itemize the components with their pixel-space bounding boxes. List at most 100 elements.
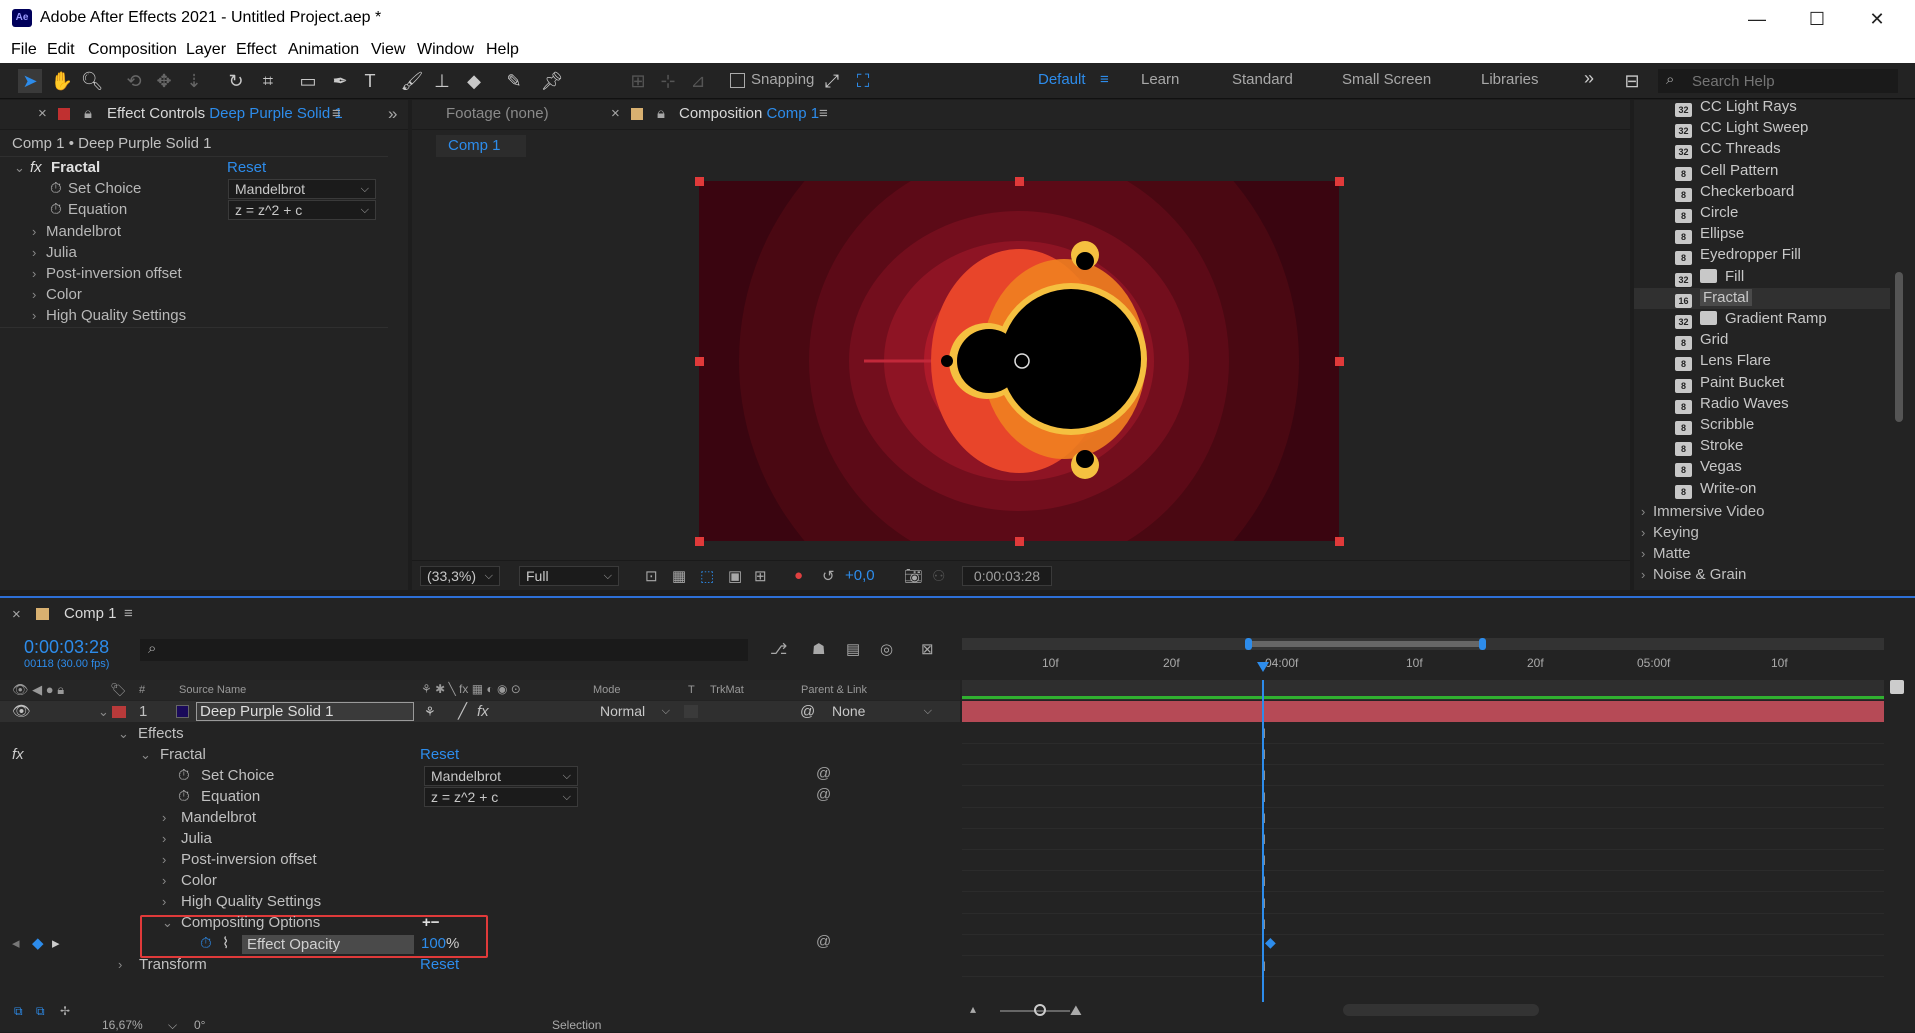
layer-handle[interactable] xyxy=(1015,177,1024,186)
timeline-horizontal-scrollbar[interactable] xyxy=(1343,1004,1539,1016)
layer-row[interactable]: 👁︎ ⌄ 1 Deep Purple Solid 1 ⚘ ╱ fx Normal… xyxy=(0,701,960,722)
compositing-options-group[interactable]: Compositing Options xyxy=(181,912,320,933)
expand-chevron-icon[interactable]: › xyxy=(162,849,166,870)
tl-group-julia[interactable]: Julia xyxy=(181,828,212,849)
rectangle-tool-icon[interactable]: ▭ xyxy=(296,69,320,93)
reset-exposure-icon[interactable]: ↺ xyxy=(822,567,835,585)
effect-item-radio-waves[interactable]: 8 Radio Waves xyxy=(1675,394,1789,414)
work-area-start-handle[interactable] xyxy=(1245,638,1252,650)
effect-item-scribble[interactable]: 8 Scribble xyxy=(1675,415,1754,435)
minimize-button[interactable]: — xyxy=(1737,6,1777,32)
motion-blur-icon[interactable]: ◎ xyxy=(880,640,893,658)
effect-item-eyedropper-fill[interactable]: 8 Eyedropper Fill xyxy=(1675,245,1801,266)
effect-item-cc-light-sweep[interactable]: 32 CC Light Sweep xyxy=(1675,118,1808,139)
fractal-effect[interactable]: Fractal xyxy=(160,744,206,765)
effect-opacity-number[interactable]: 100 xyxy=(421,935,446,952)
layer-duration-bar[interactable] xyxy=(962,701,1884,722)
menu-composition[interactable]: Composition xyxy=(88,41,177,59)
tl-group-high-quality-settings[interactable]: High Quality Settings xyxy=(181,891,321,912)
track-row[interactable] xyxy=(962,913,1884,935)
track-row[interactable] xyxy=(962,829,1884,850)
expand-chevron-icon[interactable]: › xyxy=(32,263,36,284)
add-keyframe-icon[interactable]: ◆ xyxy=(32,933,44,954)
prev-keyframe-icon[interactable]: ◂ xyxy=(12,933,20,954)
collapse-chevron-icon[interactable]: ⌄ xyxy=(162,912,173,933)
add-remove-mask-buttons[interactable]: +− xyxy=(422,912,440,933)
track-row[interactable] xyxy=(962,871,1884,893)
local-axis-icon[interactable]: ⊞ xyxy=(626,69,650,93)
expand-chevron-icon[interactable]: › xyxy=(1641,501,1645,522)
preserve-transparency-toggle[interactable] xyxy=(684,705,698,718)
parent-pickwhip-icon[interactable]: @ xyxy=(800,701,815,722)
close-button[interactable]: ✕ xyxy=(1857,6,1897,32)
panel-toggle-icon[interactable]: ⊟ xyxy=(1620,69,1644,93)
playhead-line[interactable] xyxy=(1262,680,1264,1008)
menu-animation[interactable]: Animation xyxy=(288,41,359,59)
layer-handle[interactable] xyxy=(1335,177,1344,186)
expression-pickwhip-icon[interactable]: @ xyxy=(816,765,831,782)
effect-item-vegas[interactable]: 8 Vegas xyxy=(1675,457,1742,478)
expand-chevron-icon[interactable]: › xyxy=(162,870,166,891)
expand-chevron-icon[interactable]: › xyxy=(118,954,122,975)
pan-behind-tool-icon[interactable]: ⌗ xyxy=(256,69,280,93)
shy-layers-icon[interactable]: ☗ xyxy=(812,640,825,658)
group-color[interactable]: Color xyxy=(46,284,82,305)
expand-chevron-icon[interactable]: › xyxy=(1641,564,1645,585)
effect-item-fill[interactable]: 32 Fill xyxy=(1675,267,1744,287)
effect-item-circle[interactable]: 8 Circle xyxy=(1675,203,1738,223)
effect-item-lens-flare[interactable]: 8 Lens Flare xyxy=(1675,351,1771,372)
fx-icon[interactable]: fx xyxy=(12,744,24,765)
type-tool-icon[interactable]: T xyxy=(358,69,382,93)
track-row[interactable] xyxy=(962,744,1884,766)
timeline-search-input[interactable] xyxy=(168,640,738,660)
timeline-search-box[interactable]: ⌕ xyxy=(140,639,748,661)
stopwatch-icon[interactable]: ⏱︎ xyxy=(178,765,190,786)
transparency-grid-icon[interactable]: ▦ xyxy=(672,567,686,585)
work-area-bar[interactable] xyxy=(962,638,1884,650)
layer-handle[interactable] xyxy=(1335,537,1344,546)
parent-dropdown[interactable]: None ⌵ xyxy=(826,702,938,722)
category-immersive-video[interactable]: Immersive Video xyxy=(1653,501,1764,522)
resolution-dropdown[interactable]: Full ⌵ xyxy=(519,566,619,586)
group-high-quality-settings[interactable]: High Quality Settings xyxy=(46,305,186,326)
exposure-value[interactable]: +0,0 xyxy=(845,567,875,584)
panel-menu-icon[interactable]: ≡ xyxy=(332,105,341,122)
dolly-tool-icon[interactable]: ⇣ xyxy=(182,69,206,93)
layer-handle[interactable] xyxy=(1015,537,1024,546)
collapse-chevron-icon[interactable]: ⌄ xyxy=(140,744,151,765)
tl-group-mandelbrot[interactable]: Mandelbrot xyxy=(181,807,256,828)
panel-menu-icon[interactable]: ≡ xyxy=(819,105,828,122)
track-row[interactable] xyxy=(962,892,1884,914)
next-keyframe-icon[interactable]: ▸ xyxy=(52,933,60,954)
layer-switches-toggle-icon[interactable]: ⧉ xyxy=(14,1004,23,1019)
panel-menu-icon[interactable]: ≡ xyxy=(124,605,133,622)
menu-layer[interactable]: Layer xyxy=(186,41,226,59)
collapse-chevron-icon[interactable]: ⌄ xyxy=(118,723,129,744)
search-help-box[interactable]: ⌕ xyxy=(1658,69,1898,93)
timeline-scrollbar-top[interactable] xyxy=(1890,680,1904,694)
composition-canvas[interactable] xyxy=(699,181,1339,541)
expand-chevron-icon[interactable]: › xyxy=(162,807,166,828)
effect-item-grid[interactable]: 8 Grid xyxy=(1675,330,1728,351)
fx-icon[interactable]: fx xyxy=(30,157,42,178)
expand-chevron-icon[interactable]: › xyxy=(1641,543,1645,564)
snapping-options-icon[interactable]: ⤢ xyxy=(820,69,844,93)
more-workspaces-icon[interactable]: » xyxy=(1584,68,1594,89)
effect-opacity-value[interactable]: 100% xyxy=(421,933,459,954)
timeline-tab[interactable]: Comp 1 xyxy=(64,605,117,622)
work-area-range[interactable] xyxy=(1245,641,1481,647)
stopwatch-icon[interactable]: ⏱︎ xyxy=(50,178,62,199)
eraser-tool-icon[interactable]: ◆ xyxy=(462,69,486,93)
workspace-default[interactable]: Default xyxy=(1038,71,1086,88)
transform-group[interactable]: Transform xyxy=(139,954,207,975)
lock-icon[interactable]: 🔒︎ xyxy=(84,105,92,122)
workspace-learn[interactable]: Learn xyxy=(1141,71,1179,88)
brush-tool-icon[interactable]: 🖌︎ xyxy=(400,69,424,93)
zoom-in-icon[interactable]: ⛰ xyxy=(1070,1002,1082,1019)
menu-edit[interactable]: Edit xyxy=(47,41,75,59)
region-of-interest-icon[interactable]: ▣ xyxy=(728,567,742,585)
snapshot-camera-icon[interactable]: 📷︎ xyxy=(904,567,923,585)
visibility-eye-icon[interactable]: 👁︎ xyxy=(12,701,31,722)
lock-icon[interactable]: 🔒︎ xyxy=(657,105,665,122)
category-keying[interactable]: Keying xyxy=(1653,522,1699,543)
